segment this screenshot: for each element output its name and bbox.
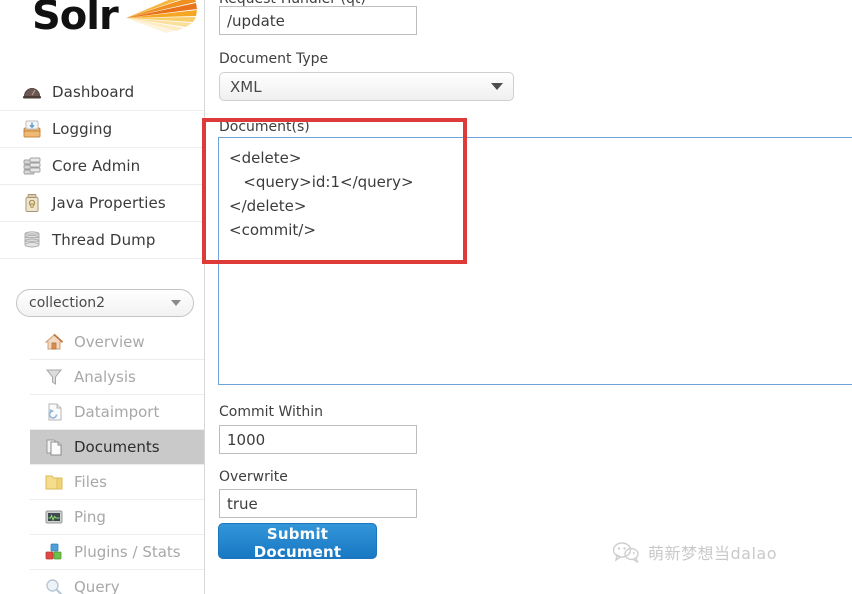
- chevron-down-icon: [171, 300, 181, 306]
- collection-selector[interactable]: collection2: [16, 289, 194, 317]
- core-admin-icon: [22, 156, 42, 176]
- core-item-label: Documents: [74, 438, 160, 456]
- watermark: 萌新梦想当dalao: [612, 540, 777, 564]
- core-item-label: Dataimport: [74, 403, 160, 421]
- core-item-label: Analysis: [74, 368, 136, 386]
- core-menu: Overview Analysis Dataimport Documents F…: [30, 325, 204, 594]
- logo-solr-text: Solr: [32, 0, 119, 39]
- overwrite-input[interactable]: [219, 489, 417, 518]
- document-type-select[interactable]: XML: [219, 72, 514, 101]
- document-type-value: XML: [230, 77, 262, 96]
- main-menu: Dashboard Logging Core Admin Java Proper…: [0, 74, 204, 259]
- collection-selector-value: collection2: [29, 295, 106, 311]
- plugins-icon: [44, 542, 64, 562]
- menu-item-dashboard[interactable]: Dashboard: [0, 74, 204, 111]
- core-item-query[interactable]: Query: [30, 570, 204, 594]
- core-item-analysis[interactable]: Analysis: [30, 360, 204, 395]
- thread-dump-icon: [22, 230, 42, 250]
- core-item-label: Ping: [74, 508, 106, 526]
- logging-icon: [22, 119, 42, 139]
- documents-icon: [44, 437, 64, 457]
- home-icon: [44, 332, 64, 352]
- funnel-icon: [44, 367, 64, 387]
- query-icon: [44, 577, 64, 594]
- core-item-label: Files: [74, 473, 107, 491]
- documents-label: Document(s): [219, 119, 310, 135]
- core-item-overview[interactable]: Overview: [30, 325, 204, 360]
- wechat-icon: [612, 541, 640, 564]
- java-properties-icon: [22, 193, 42, 213]
- menu-label: Thread Dump: [52, 231, 156, 249]
- overwrite-label: Overwrite: [219, 469, 288, 485]
- solr-logo[interactable]: Apache Solr: [14, 0, 197, 48]
- menu-label: Logging: [52, 120, 113, 138]
- core-item-plugins-stats[interactable]: Plugins / Stats: [30, 535, 204, 570]
- ping-icon: [44, 507, 64, 527]
- commit-within-label: Commit Within: [219, 404, 323, 420]
- folder-icon: [44, 472, 64, 492]
- submit-document-button[interactable]: Submit Document: [218, 523, 377, 561]
- core-item-label: Plugins / Stats: [74, 543, 181, 561]
- chevron-down-icon: [491, 83, 503, 90]
- menu-item-core-admin[interactable]: Core Admin: [0, 148, 204, 185]
- menu-label: Java Properties: [52, 194, 166, 212]
- request-handler-input[interactable]: [219, 6, 417, 35]
- core-item-files[interactable]: Files: [30, 465, 204, 500]
- menu-label: Dashboard: [52, 83, 135, 101]
- dataimport-icon: [44, 402, 64, 422]
- watermark-text: 萌新梦想当dalao: [648, 544, 778, 563]
- commit-within-input[interactable]: [219, 425, 417, 454]
- core-item-documents[interactable]: Documents: [30, 430, 204, 465]
- dashboard-icon: [22, 82, 42, 102]
- core-item-label: Query: [74, 578, 120, 594]
- solr-sunburst-icon: [126, 0, 198, 34]
- core-item-label: Overview: [74, 333, 145, 351]
- sidebar: Apache Solr Dashboard: [0, 0, 205, 594]
- solr-admin-window: Apache Solr Dashboard: [0, 0, 852, 594]
- document-type-label: Document Type: [219, 51, 329, 67]
- core-item-dataimport[interactable]: Dataimport: [30, 395, 204, 430]
- menu-item-thread-dump[interactable]: Thread Dump: [0, 222, 204, 259]
- menu-item-java-properties[interactable]: Java Properties: [0, 185, 204, 222]
- menu-item-logging[interactable]: Logging: [0, 111, 204, 148]
- core-item-ping[interactable]: Ping: [30, 500, 204, 535]
- documents-textarea[interactable]: <delete> <query>id:1</query> </delete> <…: [218, 137, 852, 385]
- documents-panel: Request-Handler (qt) Document Type XML D…: [206, 0, 852, 594]
- menu-label: Core Admin: [52, 157, 141, 175]
